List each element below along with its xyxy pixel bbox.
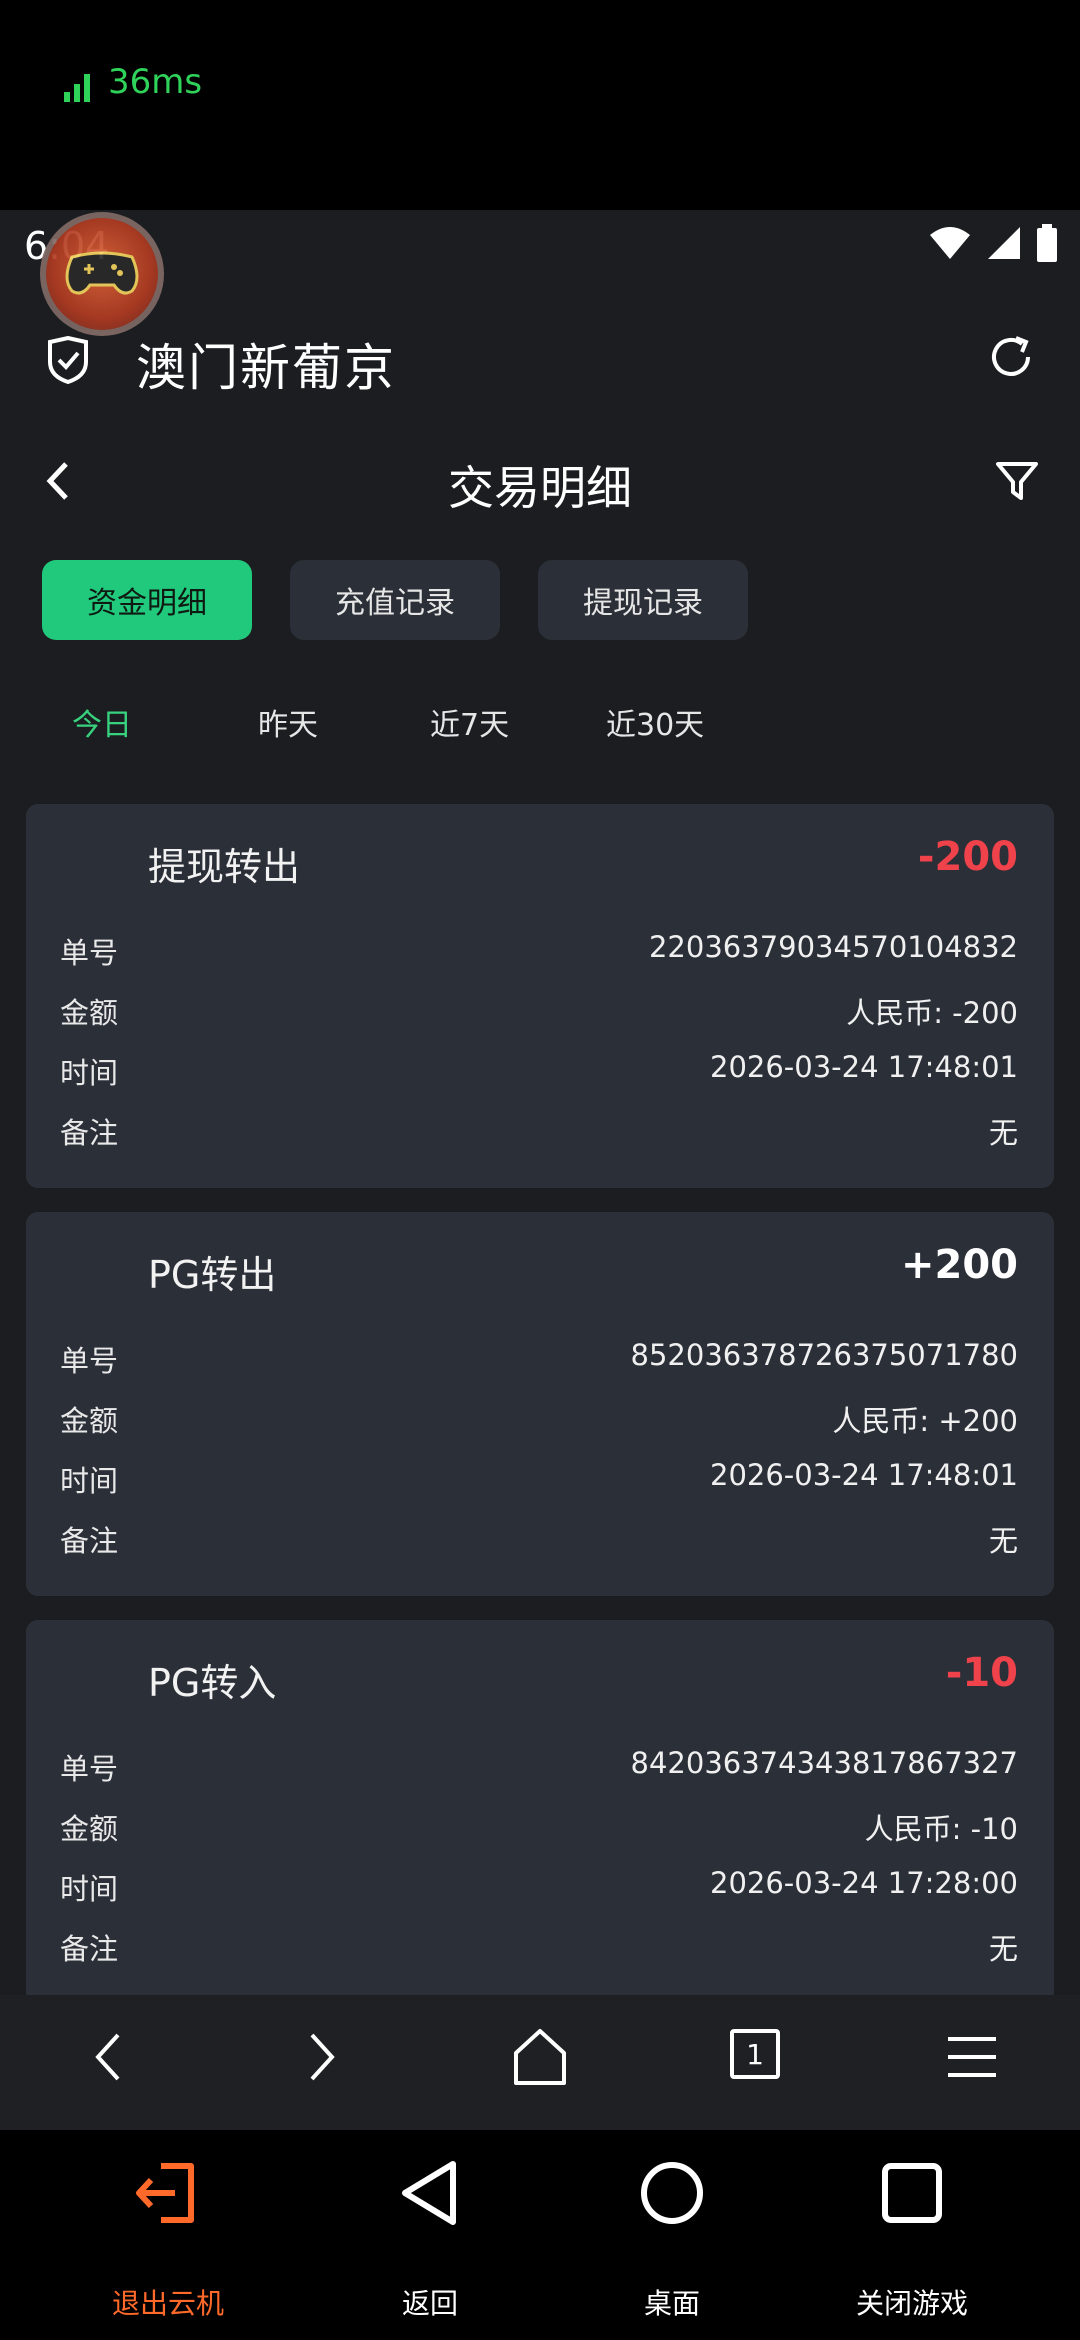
- time-row: 时间 2026-03-24 17:48:01: [60, 1458, 1018, 1498]
- system-back-button[interactable]: 返回: [330, 2158, 530, 2320]
- tab-count: 1: [746, 2037, 764, 2071]
- order-value: 842036374343817867327: [630, 1746, 1018, 1780]
- wifi-icon: [930, 227, 970, 259]
- transaction-amount: +200: [900, 1242, 1018, 1288]
- order-value: 852036378726375071780: [630, 1338, 1018, 1372]
- tab-fund-details[interactable]: 资金明细: [42, 560, 252, 640]
- signal-bars-icon: [64, 74, 90, 102]
- system-navigation: 退出云机 返回 桌面 关闭游戏: [0, 2130, 1080, 2340]
- browser-menu-icon[interactable]: [946, 2027, 998, 2087]
- order-row: 单号 22036379034570104832: [60, 930, 1018, 970]
- amount-row: 金额 人民币: -10: [60, 1806, 1018, 1846]
- tab-withdraw-records[interactable]: 提现记录: [538, 560, 748, 640]
- cell-signal-icon: [988, 227, 1020, 259]
- close-game-label: 关闭游戏: [855, 2287, 968, 2320]
- order-label: 单号: [60, 936, 119, 970]
- exit-cloud-phone-button[interactable]: 退出云机: [68, 2158, 268, 2320]
- page-title: 交易明细: [448, 461, 632, 515]
- top-overlay: 36ms: [0, 0, 1080, 210]
- amount-label: 金额: [60, 1812, 119, 1846]
- record-tabs: 资金明细 充值记录 提现记录: [42, 560, 748, 640]
- back-label: 返回: [401, 2287, 458, 2320]
- amount-label: 金额: [60, 1404, 119, 1438]
- time-label: 时间: [60, 1464, 119, 1498]
- order-row: 单号 852036378726375071780: [60, 1338, 1018, 1378]
- browser-back-icon[interactable]: [88, 2027, 128, 2087]
- transaction-amount: -200: [917, 834, 1018, 880]
- note-row: 备注 无: [60, 1926, 1018, 1966]
- close-game-icon: [882, 2163, 942, 2223]
- transaction-title: PG转入: [148, 1661, 277, 1705]
- time-value: 2026-03-24 17:28:00: [710, 1866, 1018, 1900]
- note-row: 备注 无: [60, 1110, 1018, 1150]
- amount-label: 金额: [60, 996, 119, 1030]
- browser-toolbar: 1: [0, 1995, 1080, 2130]
- amount-row: 金额 人民币: -200: [60, 990, 1018, 1030]
- filter-icon[interactable]: [994, 458, 1040, 504]
- browser-home-icon[interactable]: [512, 2027, 568, 2087]
- transaction-title: 提现转出: [148, 845, 301, 889]
- battery-icon: [1037, 224, 1057, 262]
- time-label: 时间: [60, 1872, 119, 1906]
- home-circle-icon: [641, 2162, 703, 2224]
- browser-forward-icon[interactable]: [302, 2027, 342, 2087]
- gamepad-icon: [65, 251, 139, 295]
- latency-text: 36ms: [108, 62, 203, 102]
- note-label: 备注: [60, 1116, 119, 1150]
- transaction-card[interactable]: PG转出 +200 单号 852036378726375071780 金额 人民币:…: [26, 1212, 1054, 1596]
- range-today[interactable]: 今日: [72, 700, 132, 744]
- range-30-days[interactable]: 近30天: [606, 700, 704, 744]
- transaction-card[interactable]: PG转入 -10 单号 842036374343817867327 金额 人民币: …: [26, 1620, 1054, 2004]
- app-header: 澳门新葡京: [0, 310, 1080, 410]
- time-row: 时间 2026-03-24 17:48:01: [60, 1050, 1018, 1090]
- transaction-amount: -10: [945, 1650, 1018, 1696]
- shield-check-icon[interactable]: [46, 336, 90, 384]
- status-icons: [928, 224, 1058, 262]
- transaction-list: 提现转出 -200 单号 22036379034570104832 金额 人民币: …: [26, 804, 1054, 2028]
- phone-screen: 6:04 澳门新葡京 交易明细: [0, 210, 1080, 2130]
- amount-value: 人民币: -10: [864, 1812, 1018, 1846]
- note-label: 备注: [60, 1524, 119, 1558]
- transaction-title: PG转出: [148, 1253, 277, 1297]
- note-label: 备注: [60, 1932, 119, 1966]
- browser-tabs-icon[interactable]: 1: [730, 2029, 780, 2079]
- home-label: 桌面: [643, 2287, 700, 2320]
- page-nav-bar: 交易明细: [0, 430, 1080, 530]
- order-label: 单号: [60, 1344, 119, 1378]
- note-value: 无: [988, 1524, 1018, 1558]
- refresh-icon[interactable]: [986, 332, 1036, 382]
- time-label: 时间: [60, 1056, 119, 1090]
- order-label: 单号: [60, 1752, 119, 1786]
- app-title: 澳门新葡京: [136, 339, 396, 397]
- note-row: 备注 无: [60, 1518, 1018, 1558]
- date-range-filter: 今日 昨天 近7天 近30天: [0, 700, 1080, 760]
- exit-label: 退出云机: [111, 2287, 224, 2320]
- back-triangle-icon: [402, 2161, 456, 2225]
- latency-indicator: 36ms: [64, 62, 202, 102]
- time-value: 2026-03-24 17:48:01: [710, 1050, 1018, 1084]
- note-value: 无: [988, 1116, 1018, 1150]
- exit-icon: [136, 2163, 194, 2223]
- order-row: 单号 842036374343817867327: [60, 1746, 1018, 1786]
- time-row: 时间 2026-03-24 17:28:00: [60, 1866, 1018, 1906]
- range-yesterday[interactable]: 昨天: [258, 700, 318, 744]
- tab-recharge-records[interactable]: 充值记录: [290, 560, 500, 640]
- system-home-button[interactable]: 桌面: [572, 2158, 772, 2320]
- range-7-days[interactable]: 近7天: [430, 700, 509, 744]
- transaction-card[interactable]: 提现转出 -200 单号 22036379034570104832 金额 人民币: …: [26, 804, 1054, 1188]
- amount-value: 人民币: +200: [832, 1404, 1018, 1438]
- amount-row: 金额 人民币: +200: [60, 1398, 1018, 1438]
- time-value: 2026-03-24 17:48:01: [710, 1458, 1018, 1492]
- note-value: 无: [988, 1932, 1018, 1966]
- order-value: 22036379034570104832: [648, 930, 1018, 964]
- amount-value: 人民币: -200: [846, 996, 1018, 1030]
- close-game-button[interactable]: 关闭游戏: [812, 2158, 1012, 2320]
